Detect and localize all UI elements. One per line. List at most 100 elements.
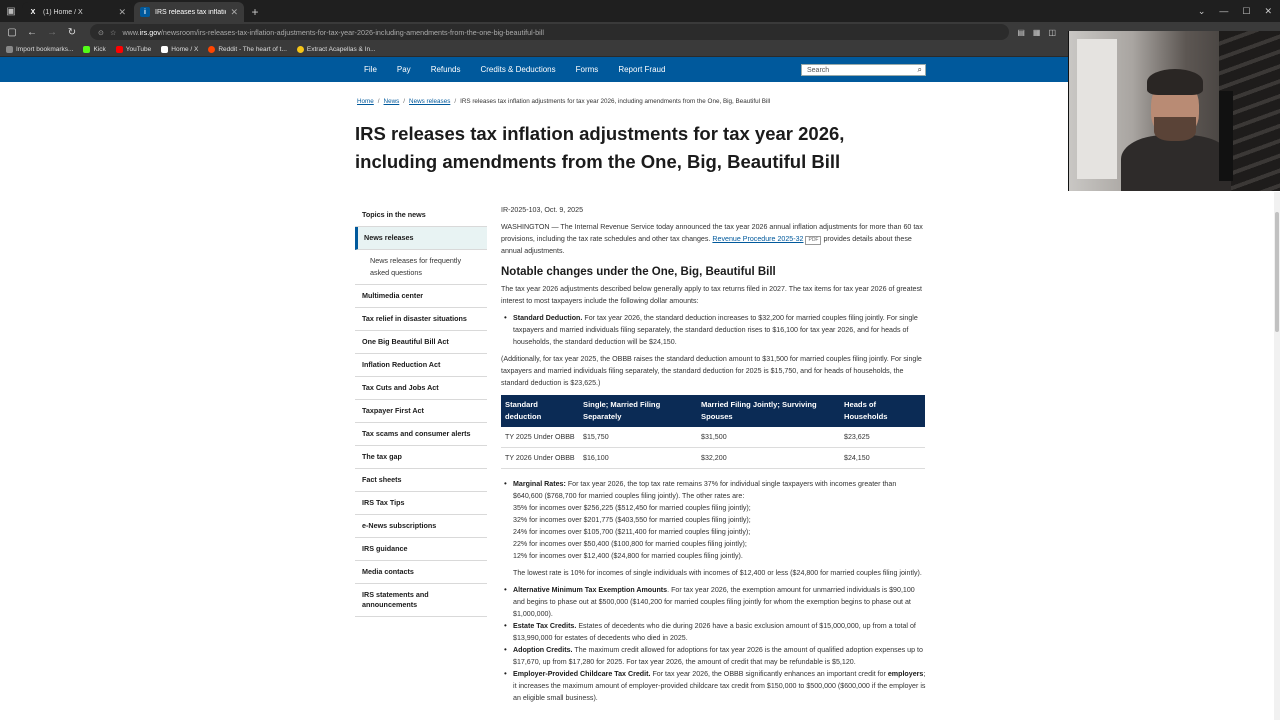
minimize-icon[interactable]: — [1219,6,1228,16]
std-deduction-list: Standard Deduction. For tax year 2026, t… [501,312,926,348]
rate-line: 35% for incomes over $256,225 ($512,450 … [513,504,751,512]
x-logo-icon: X [30,8,36,16]
sidebar-item-obbb-act[interactable]: One Big Beautiful Bill Act [355,331,487,354]
sidebar-item-topics-in-the-news[interactable]: Topics in the news [355,204,487,227]
nav-refunds[interactable]: Refunds [431,65,461,74]
table-header-row: Standard deduction Single; Married Filin… [501,395,925,427]
search-icon[interactable]: ⌕ [918,65,922,75]
breadcrumb-news[interactable]: News [384,98,400,105]
kick-icon [83,45,91,53]
new-tab-icon[interactable]: + [246,2,264,22]
nav-credits-deductions[interactable]: Credits & Deductions [480,65,555,74]
table-cell: $16,100 [579,447,697,469]
list-item: Alternative Minimum Tax Exemption Amount… [501,584,926,620]
search-placeholder: Search [807,66,830,74]
rate-line: 32% for incomes over $201,775 ($403,550 … [513,516,751,524]
bookmark-reddit[interactable]: Reddit - The heart of t... [208,45,287,53]
bookmark-x-home[interactable]: Home / X [161,45,198,53]
reload-icon[interactable]: ↻ [66,27,78,38]
sidebar-toggle-icon[interactable]: ▢ [6,27,18,38]
table-cell: TY 2025 Under OBBB [501,427,579,448]
additionally-paragraph: (Additionally, for tax year 2025, the OB… [501,355,922,387]
table-header: Married Filing Jointly; Surviving Spouse… [697,395,840,427]
sidebar-item-irs-guidance[interactable]: IRS guidance [355,538,487,561]
sidebar-item-multimedia-center[interactable]: Multimedia center [355,285,487,308]
nav-pay[interactable]: Pay [397,65,411,74]
sidebar-item-tax-relief-disaster[interactable]: Tax relief in disaster situations [355,308,487,331]
tab-title: (1) Home / X [43,8,83,16]
close-window-icon[interactable]: ✕ [1264,6,1272,17]
tab-actions-icon[interactable]: ▣ [0,0,22,22]
nav-report-fraud[interactable]: Report Fraud [618,65,665,74]
table-cell: $32,200 [697,447,840,469]
split-view-icon[interactable]: ◫ [1048,28,1056,37]
breadcrumb-news-releases[interactable]: News releases [409,98,450,105]
irs-main-nav: File Pay Refunds Credits & Deductions Fo… [0,57,1068,82]
search-input[interactable]: Search ⌕ [801,64,926,76]
bookmark-extract-acapellas[interactable]: Extract Acapellas & In... [296,45,376,53]
sidebar-item-taxpayer-first-act[interactable]: Taxpayer First Act [355,400,487,423]
list-item: Adoption Credits. The maximum credit all… [501,644,926,668]
page-title: IRS releases tax inflation adjustments f… [355,123,845,172]
sidebar-item-irs-tax-tips[interactable]: IRS Tax Tips [355,492,487,515]
scrollbar-thumb[interactable] [1275,212,1279,332]
breadcrumb: Home / News / News releases / IRS releases tax… [357,98,771,105]
sidebar-nav: Topics in the news News releases News re… [355,204,487,617]
site-info-icon[interactable]: ⊙ [98,28,104,37]
table-cell: $31,500 [697,427,840,448]
table-header: Standard deduction [501,395,579,427]
sidebar-item-tax-cuts-jobs-act[interactable]: Tax Cuts and Jobs Act [355,377,487,400]
sidebar-item-news-releases[interactable]: News releases [355,227,487,250]
acapella-icon [296,45,304,53]
close-tab-icon[interactable]: ✕ [230,7,238,18]
breadcrumb-home[interactable]: Home [357,98,374,105]
rate-line: 22% for incomes over $50,400 ($100,800 f… [513,540,747,548]
sidebar-item-inflation-reduction-act[interactable]: Inflation Reduction Act [355,354,487,377]
list-item: Standard Deduction. For tax year 2026, t… [501,312,926,348]
table-cell: $23,625 [840,427,925,448]
release-id-date: IR-2025-103, Oct. 9, 2025 [501,206,584,214]
rate-line: 12% for incomes over $12,400 ($24,800 fo… [513,552,743,560]
tab-irs[interactable]: i IRS releases tax inflation adjustm ✕ [134,2,244,22]
sidebar-item-irs-statements[interactable]: IRS statements and announcements [355,584,487,617]
section-heading: Notable changes under the One, Big, Beau… [501,266,776,278]
table-row: TY 2026 Under OBBB $16,100 $32,200 $24,1… [501,447,925,469]
close-tab-icon[interactable]: ✕ [118,7,126,18]
nav-file[interactable]: File [364,65,377,74]
extensions-icon[interactable]: ▦ [1033,28,1041,37]
bookmark-star-icon[interactable]: ☆ [110,28,116,37]
sidebar-item-fact-sheets[interactable]: Fact sheets [355,469,487,492]
reddit-icon [208,45,216,53]
standard-deduction-table: Standard deduction Single; Married Filin… [501,395,925,469]
article-body: IR-2025-103, Oct. 9, 2025 WASHINGTON — T… [501,204,926,709]
bookmark-kick[interactable]: Kick [83,45,106,53]
tab-search-icon[interactable]: ⌄ [1198,6,1206,17]
tax-items-list: Marginal Rates: For tax year 2026, the t… [501,478,926,704]
page-scrollbar[interactable] [1274,192,1280,720]
bookmark-youtube[interactable]: YouTube [115,45,151,53]
maximize-icon[interactable]: ☐ [1242,6,1250,17]
url-field[interactable]: ⊙ ☆ www.irs.gov/newsroom/irs-releases-ta… [90,24,1010,40]
rate-line: 24% for incomes over $105,700 ($211,400 … [513,528,751,536]
intro-paragraph: WASHINGTON — The Internal Revenue Servic… [501,223,923,255]
revenue-procedure-link[interactable]: Revenue Procedure 2025-32 [712,235,803,243]
reading-mode-icon[interactable]: ▤ [1017,28,1025,37]
sidebar-item-tax-gap[interactable]: The tax gap [355,446,487,469]
tab-title: IRS releases tax inflation adjustm [155,8,226,16]
lead-paragraph: The tax year 2026 adjustments described … [501,285,923,305]
tab-x-home[interactable]: X (1) Home / X ✕ [22,2,132,22]
sidebar-item-news-releases-faq[interactable]: News releases for frequently asked quest… [355,250,487,285]
forward-icon[interactable]: → [46,27,58,38]
bookmark-import[interactable]: Import bookmarks... [6,45,73,53]
window-controls: ⌄ — ☐ ✕ [1198,0,1272,22]
list-item: Marginal Rates: For tax year 2026, the t… [501,478,926,579]
back-icon[interactable]: ← [26,27,38,38]
nav-forms[interactable]: Forms [576,65,599,74]
sidebar-item-tax-scams[interactable]: Tax scams and consumer alerts [355,423,487,446]
irs-favicon-icon: i [140,7,150,17]
lowest-rate-note: The lowest rate is 10% for incomes of si… [513,569,922,577]
sidebar-item-media-contacts[interactable]: Media contacts [355,561,487,584]
sidebar-item-enews[interactable]: e-News subscriptions [355,515,487,538]
list-item: Estate Tax Credits. Estates of decedents… [501,620,926,644]
table-cell: $24,150 [840,447,925,469]
